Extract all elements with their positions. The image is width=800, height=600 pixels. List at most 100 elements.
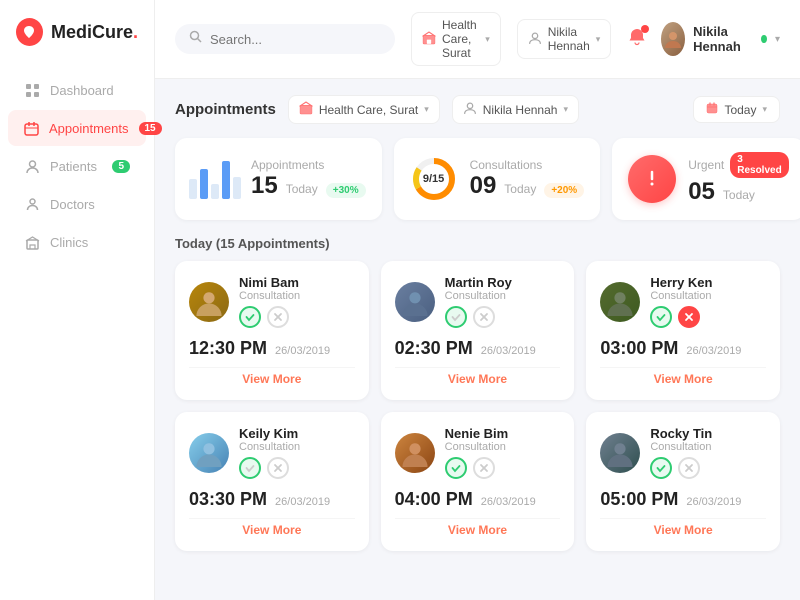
check-button[interactable]	[445, 306, 467, 328]
appt-details: Nenie Bim Consultation	[445, 426, 509, 479]
appt-time-row: 05:00 PM 26/03/2019	[600, 489, 766, 510]
appt-card-header: Keily Kim Consultation	[189, 426, 355, 479]
sidebar-item-patients[interactable]: Patients 5	[8, 148, 146, 184]
sidebar-nav: Dashboard Appointments 15 Patien	[0, 64, 154, 268]
check-button[interactable]	[650, 457, 672, 479]
bar-chart-visual	[191, 155, 239, 203]
cross-button[interactable]	[678, 306, 700, 328]
sidebar-item-label: Clinics	[50, 235, 88, 250]
stat-info-appointments: Appointments 15 Today +30%	[251, 158, 366, 200]
user-filter-icon	[528, 31, 542, 48]
cross-button[interactable]	[473, 306, 495, 328]
chevron-down-icon: ▾	[485, 34, 490, 45]
appt-time-row: 03:30 PM 26/03/2019	[189, 489, 355, 510]
cross-button[interactable]	[473, 457, 495, 479]
appt-time-row: 12:30 PM 26/03/2019	[189, 338, 355, 359]
sidebar-item-label: Doctors	[50, 197, 95, 212]
cross-button[interactable]	[267, 457, 289, 479]
location-filter-btn[interactable]: Health Care, Surat ▾	[288, 95, 440, 124]
appt-name: Keily Kim	[239, 426, 300, 441]
sidebar: MediCure. Dashboard	[0, 0, 155, 600]
check-button[interactable]	[239, 306, 261, 328]
appt-date: 26/03/2019	[686, 496, 741, 508]
stat-value: 09	[470, 172, 497, 200]
appt-type: Consultation	[445, 441, 509, 453]
search-box[interactable]	[175, 24, 395, 54]
stat-value-row: 09 Today +20%	[470, 172, 585, 200]
user-info[interactable]: Nikila Hennah ▾	[661, 22, 780, 56]
today-label-btn: Today	[724, 103, 756, 117]
stat-value-row: 15 Today +30%	[251, 172, 366, 200]
health-care-label: Health Care, Surat	[442, 18, 479, 60]
appt-type: Consultation	[239, 441, 300, 453]
appt-card-header: Martin Roy Consultation	[395, 275, 561, 328]
appt-card-header: Rocky Tin Consultation	[600, 426, 766, 479]
appt-time: 12:30 PM	[189, 338, 267, 359]
appt-name: Nenie Bim	[445, 426, 509, 441]
chevron-down-icon3: ▾	[775, 34, 780, 45]
user-filter[interactable]: Nikila Hennah ▾	[517, 19, 612, 59]
stats-row: Appointments 15 Today +30%	[175, 138, 780, 220]
health-care-filter[interactable]: Health Care, Surat ▾	[411, 12, 501, 66]
bar2	[200, 169, 208, 199]
appt-avatar	[395, 433, 435, 473]
urgent-icon	[628, 155, 676, 203]
home-icon	[422, 31, 436, 48]
appt-actions	[445, 457, 509, 479]
sidebar-item-doctors[interactable]: Doctors	[8, 186, 146, 222]
user-name: Nikila Hennah	[693, 24, 753, 54]
appt-time-row: 03:00 PM 26/03/2019	[600, 338, 766, 359]
appointments-bar: Appointments Health Care, Surat ▾	[175, 95, 780, 124]
appt-details: Keily Kim Consultation	[239, 426, 300, 479]
appt-type: Consultation	[650, 441, 712, 453]
appt-card-header: Nenie Bim Consultation	[395, 426, 561, 479]
chevron-icon: ▾	[424, 104, 429, 115]
search-input[interactable]	[210, 32, 386, 47]
sidebar-item-clinics[interactable]: Clinics	[8, 224, 146, 260]
appt-date: 26/03/2019	[481, 345, 536, 357]
view-more-link[interactable]: View More	[189, 518, 355, 537]
today-filter-btn[interactable]: Today ▾	[693, 96, 780, 123]
cross-button[interactable]	[267, 306, 289, 328]
appt-details: Herry Ken Consultation	[650, 275, 712, 328]
stat-label: Urgent	[688, 158, 724, 172]
appt-type: Consultation	[650, 290, 712, 302]
appt-name: Nimi Bam	[239, 275, 300, 290]
view-more-link[interactable]: View More	[600, 367, 766, 386]
home-icon2	[299, 101, 313, 118]
stat-card-consultations: 9/15 Consultations 09 Today +20%	[394, 138, 601, 220]
header-right: Nikila Hennah ▾	[627, 22, 780, 56]
appointment-card: Nenie Bim Consultation 04:00 PM 26/03/20…	[381, 412, 575, 551]
view-more-link[interactable]: View More	[395, 367, 561, 386]
sidebar-item-appointments[interactable]: Appointments 15	[8, 110, 146, 146]
appointment-card: Herry Ken Consultation 03:00 PM 26/03/20…	[586, 261, 780, 400]
sidebar-item-label: Dashboard	[50, 83, 114, 98]
view-more-link[interactable]: View More	[600, 518, 766, 537]
view-more-link[interactable]: View More	[189, 367, 355, 386]
urgent-visual	[628, 155, 676, 203]
donut-center-text: 9/15	[423, 173, 444, 185]
stat-value-row: 05 Today	[688, 178, 789, 206]
appt-date: 26/03/2019	[686, 345, 741, 357]
calendar-icon2	[706, 102, 718, 117]
stat-badge: +30%	[326, 183, 366, 198]
sidebar-item-dashboard[interactable]: Dashboard	[8, 72, 146, 108]
appt-avatar	[189, 282, 229, 322]
cross-button[interactable]	[678, 457, 700, 479]
appt-date: 26/03/2019	[275, 345, 330, 357]
view-more-link[interactable]: View More	[395, 518, 561, 537]
appt-time: 03:30 PM	[189, 489, 267, 510]
appointment-card: Martin Roy Consultation 02:30 PM 26/03/2…	[381, 261, 575, 400]
check-button[interactable]	[445, 457, 467, 479]
content-area: Appointments Health Care, Surat ▾	[155, 79, 800, 600]
check-button[interactable]	[239, 457, 261, 479]
appt-actions	[650, 457, 712, 479]
doctor-icon	[24, 196, 40, 212]
avatar	[661, 22, 685, 56]
notification-icon[interactable]	[627, 27, 647, 52]
chevron-icon3: ▾	[762, 104, 767, 115]
stat-info-consultations: Consultations 09 Today +20%	[470, 158, 585, 200]
user-filter-btn[interactable]: Nikila Hennah ▾	[452, 95, 579, 124]
today-appointments-label: Today (15 Appointments)	[175, 236, 780, 251]
check-button[interactable]	[650, 306, 672, 328]
